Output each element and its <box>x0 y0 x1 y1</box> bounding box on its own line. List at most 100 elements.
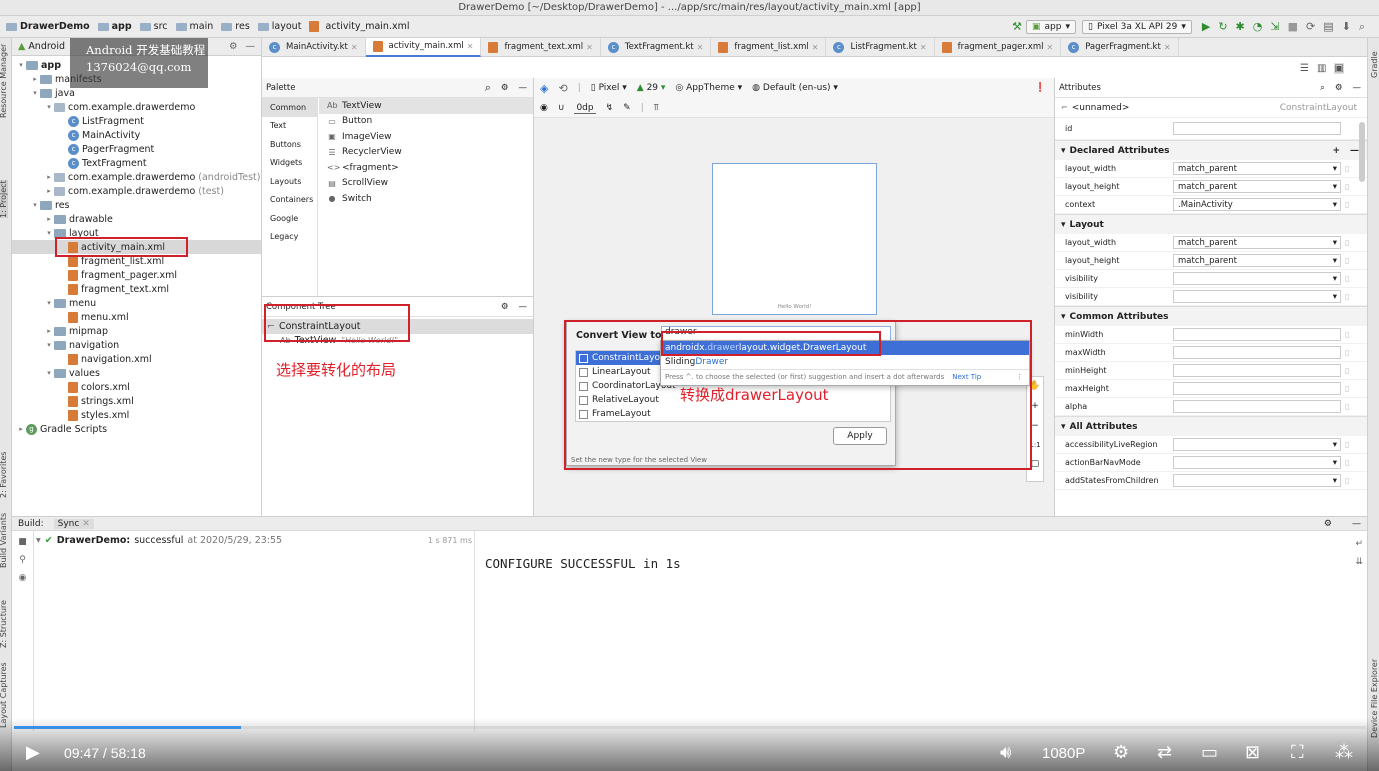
play-icon[interactable]: ▶ <box>26 742 40 763</box>
pin-icon[interactable]: ⚲ <box>19 555 26 565</box>
expand-arrow-icon[interactable]: ▾ <box>44 103 54 111</box>
api-dropdown[interactable]: ▲ 29 ▾ <box>637 83 666 93</box>
palette-category-common[interactable]: Common <box>262 98 317 117</box>
resource-picker-icon[interactable]: ▯ <box>1345 164 1349 173</box>
avd-manager-icon[interactable]: ▤ <box>1323 20 1333 33</box>
run-config-select[interactable]: ▣ app ▾ <box>1025 19 1076 34</box>
gear-icon[interactable]: ⚙ <box>1324 519 1332 529</box>
tree-item[interactable]: ▸ com.example.drawerdemo (androidTest) <box>12 170 261 184</box>
orientation-icon[interactable]: ⟲ <box>558 82 567 95</box>
split-view-icon[interactable]: ▥ <box>1317 63 1326 74</box>
side-tab-favorites[interactable]: 2: Favorites <box>0 452 8 498</box>
resource-picker-icon[interactable]: ▯ <box>1345 238 1349 247</box>
hammer-icon[interactable]: ⚒ <box>1012 20 1022 33</box>
expand-arrow-icon[interactable]: ▾ <box>30 89 40 97</box>
breadcrumb-res[interactable]: res <box>221 21 250 32</box>
fullscreen-icon[interactable]: ⛶ <box>1291 742 1304 763</box>
search-everywhere-icon[interactable]: ⌕ <box>1359 20 1365 34</box>
palette-category-layouts[interactable]: Layouts <box>262 172 317 191</box>
tree-item[interactable]: ▸ g Gradle Scripts <box>12 422 261 436</box>
wrap-icon[interactable]: ↵ <box>1355 539 1363 549</box>
attr-value-field[interactable]: ▾ <box>1173 438 1341 451</box>
side-tab-gradle[interactable]: Gradle <box>1370 51 1379 78</box>
attr-value-field[interactable] <box>1173 328 1341 341</box>
minimize-icon[interactable]: — <box>1353 83 1362 93</box>
tree-item[interactable]: ▸ drawable <box>12 212 261 226</box>
margin-box[interactable]: 0dp <box>574 103 596 114</box>
locale-dropdown[interactable]: ◍ Default (en-us) ▾ <box>752 83 838 93</box>
autoplay-icon[interactable]: ⇄ <box>1157 742 1172 763</box>
debug-icon[interactable]: ✱ <box>1236 20 1245 33</box>
magnet-icon[interactable]: ∪ <box>558 103 565 113</box>
expand-arrow-icon[interactable]: ▾ <box>44 229 54 237</box>
resource-picker-icon[interactable]: ▯ <box>1345 274 1349 283</box>
device-select[interactable]: ▯ Pixel 3a XL API 29 ▾ <box>1081 19 1192 34</box>
breadcrumb-app[interactable]: app <box>97 21 132 32</box>
attr-value-field[interactable]: ▾ <box>1173 290 1341 303</box>
attr-value-field[interactable]: .MainActivity ▾ <box>1173 198 1341 211</box>
attr-value-field[interactable] <box>1173 364 1341 377</box>
design-view-icon[interactable]: ▣ <box>1334 62 1344 74</box>
clear-constraints-icon[interactable]: ↯ <box>606 103 614 113</box>
attributes-scrollbar[interactable] <box>1359 122 1365 182</box>
preview-hello-text[interactable]: Hello World! <box>713 304 876 310</box>
chevron-down-icon[interactable]: ▾ <box>1333 164 1337 174</box>
stop-icon[interactable]: ■ <box>1288 20 1298 33</box>
attach-debugger-icon[interactable]: ⇲ <box>1270 20 1279 33</box>
apply-changes-icon[interactable]: ↻ <box>1218 20 1227 33</box>
expand-arrow-icon[interactable]: ▸ <box>44 173 54 181</box>
expand-arrow-icon[interactable]: ▾ <box>16 61 26 69</box>
resource-picker-icon[interactable]: ▯ <box>1345 182 1349 191</box>
expand-arrow-icon[interactable]: ▸ <box>44 215 54 223</box>
palette-item[interactable]: <> <fragment> <box>319 160 533 176</box>
tree-item[interactable]: ▾ java <box>12 86 261 100</box>
close-icon[interactable]: ✕ <box>1164 43 1171 52</box>
quality-button[interactable]: 1080P <box>1042 745 1085 762</box>
zoom-in-icon[interactable]: + <box>1031 401 1039 411</box>
side-tab-build-variants[interactable]: Build Variants <box>0 513 8 568</box>
tree-item[interactable]: c MainActivity <box>12 128 261 142</box>
tree-item[interactable]: fragment_text.xml <box>12 282 261 296</box>
build-result-row[interactable]: ▾ ✔ DrawerDemo: successful at 2020/5/29,… <box>36 535 472 546</box>
remove-icon[interactable]: — <box>1350 146 1359 156</box>
palette-category-legacy[interactable]: Legacy <box>262 228 317 247</box>
zoom-out-icon[interactable]: − <box>1031 421 1039 431</box>
settings-icon[interactable]: ⚙ <box>1113 742 1129 763</box>
more-options-icon[interactable]: ⁂ <box>1335 742 1353 763</box>
minimize-icon[interactable]: — <box>519 302 528 312</box>
attr-value-field[interactable]: match_parent ▾ <box>1173 180 1341 193</box>
tree-item[interactable]: ▸ com.example.drawerdemo (test) <box>12 184 261 198</box>
tree-item[interactable]: c ListFragment <box>12 114 261 128</box>
tab-fragment-list-xml[interactable]: fragment_list.xml ✕ <box>711 37 827 57</box>
expand-arrow-icon[interactable]: ▸ <box>44 187 54 195</box>
tab-activity-main-xml[interactable]: activity_main.xml ✕ <box>365 37 482 57</box>
palette-category-widgets[interactable]: Widgets <box>262 154 317 173</box>
attr-id-input[interactable] <box>1173 122 1341 135</box>
infer-constraints-icon[interactable]: ✎ <box>623 103 631 113</box>
tree-item[interactable]: fragment_pager.xml <box>12 268 261 282</box>
tab-textfragment-kt[interactable]: c TextFragment.kt ✕ <box>601 37 712 57</box>
tree-item[interactable]: navigation.xml <box>12 352 261 366</box>
expand-arrow-icon[interactable]: ▸ <box>16 425 26 433</box>
project-view-select[interactable]: Android <box>28 41 65 52</box>
tab-fragment-text-xml[interactable]: fragment_text.xml ✕ <box>481 37 601 57</box>
resource-picker-icon[interactable]: ▯ <box>1345 402 1349 411</box>
expand-arrow-icon[interactable]: ▾ <box>44 299 54 307</box>
resource-picker-icon[interactable]: ▯ <box>1345 440 1349 449</box>
search-icon[interactable]: ⌕ <box>1320 83 1325 93</box>
side-tab-resource-manager[interactable]: Resource Manager <box>0 44 8 118</box>
tree-item[interactable]: c PagerFragment <box>12 142 261 156</box>
breadcrumb-main[interactable]: main <box>175 21 213 32</box>
guidelines-icon[interactable]: ⫪ <box>654 103 659 113</box>
expand-arrow-icon[interactable]: ▾ <box>30 201 40 209</box>
side-tab-structure[interactable]: Z: Structure <box>0 600 8 648</box>
breadcrumb-layout[interactable]: layout <box>257 21 301 32</box>
breadcrumb-project[interactable]: DrawerDemo <box>6 21 90 32</box>
profile-icon[interactable]: ◔ <box>1253 20 1263 33</box>
tree-item[interactable]: ▾ res <box>12 198 261 212</box>
add-icon[interactable]: + <box>1332 146 1340 156</box>
chevron-down-icon[interactable]: ▾ <box>1333 256 1337 266</box>
chevron-down-icon[interactable]: ▾ <box>1333 182 1337 192</box>
close-icon[interactable]: ✕ <box>351 43 358 52</box>
resource-picker-icon[interactable]: ▯ <box>1345 256 1349 265</box>
